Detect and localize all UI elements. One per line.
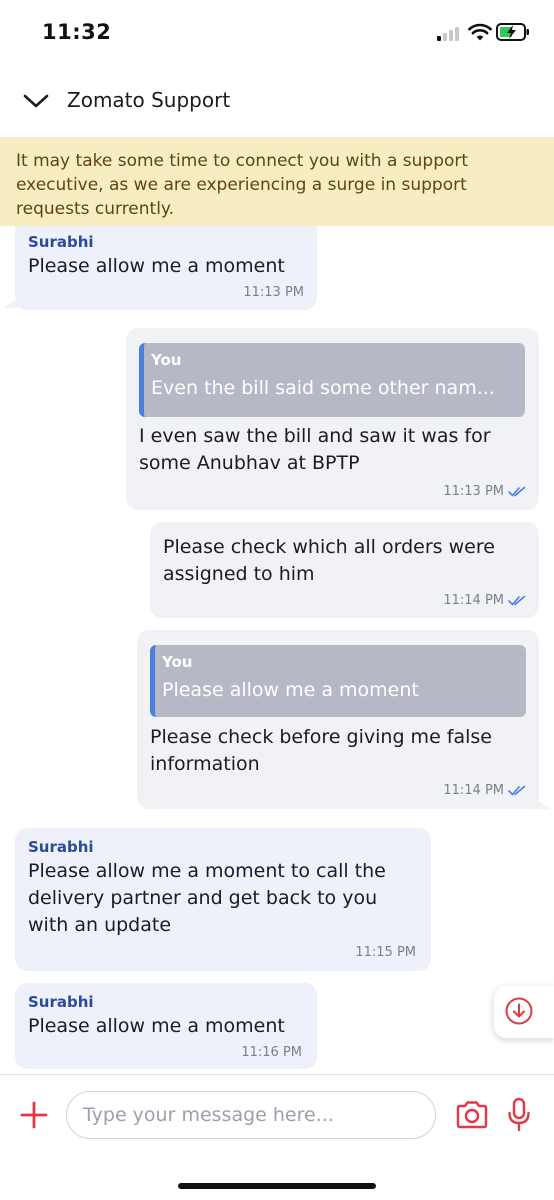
arrow-down-circle-icon: [505, 997, 533, 1025]
incoming-message: Surabhi Please allow me a moment 11:13 P…: [15, 226, 317, 310]
message-text: Please allow me a moment: [28, 255, 285, 277]
quoted-text: Even the bill said some other nam...: [151, 377, 495, 399]
message-text: information: [150, 753, 260, 775]
incoming-message: Surabhi Please allow me a moment 11:16 P…: [15, 983, 317, 1069]
bubble-tail: [4, 298, 18, 308]
outgoing-message: Please check which all orders were assig…: [150, 522, 539, 618]
message-time: 11:13 PM: [443, 484, 504, 499]
chevron-down-icon[interactable]: [22, 90, 50, 112]
quoted-sender: You: [151, 351, 182, 369]
bubble-tail: [536, 799, 550, 809]
home-indicator: [178, 1183, 376, 1189]
message-text: Please allow me a moment to call the: [28, 860, 386, 882]
camera-icon[interactable]: [454, 1099, 490, 1131]
plus-icon[interactable]: [20, 1101, 48, 1129]
message-text: with an update: [28, 914, 172, 936]
message-composer: [0, 1074, 554, 1158]
double-check-icon: [508, 785, 526, 796]
quoted-sender: You: [162, 653, 193, 671]
message-text: delivery partner and get back to you: [28, 887, 378, 909]
message-text: I even saw the bill and saw it was for: [139, 425, 491, 447]
incoming-message: Surabhi Please allow me a moment to call…: [15, 828, 431, 971]
message-time: 11:14 PM: [443, 783, 504, 798]
status-bar: 11:32: [0, 0, 554, 66]
battery-charging-icon: [496, 23, 529, 41]
scroll-to-bottom-button[interactable]: [494, 986, 554, 1038]
outgoing-message: You Please allow me a moment Please chec…: [137, 630, 539, 809]
message-text: Please check which all orders were: [163, 536, 495, 558]
message-text: assigned to him: [163, 563, 315, 585]
quoted-text: Please allow me a moment: [162, 679, 419, 701]
message-time: 11:14 PM: [443, 593, 504, 608]
microphone-icon[interactable]: [506, 1097, 532, 1133]
message-text: Please allow me a moment: [28, 1015, 285, 1037]
message-text: Please check before giving me false: [150, 726, 492, 748]
cellular-signal-icon: [437, 27, 463, 41]
quoted-reply[interactable]: You Even the bill said some other nam...: [139, 343, 525, 417]
message-input[interactable]: [66, 1091, 436, 1139]
double-check-icon: [508, 595, 526, 606]
message-time: 11:16 PM: [241, 1045, 302, 1060]
wifi-icon: [468, 23, 492, 41]
message-time: 11:15 PM: [355, 945, 416, 960]
outgoing-message: You Even the bill said some other nam...…: [126, 328, 539, 510]
status-time: 11:32: [42, 20, 112, 44]
chat-header: Zomato Support: [0, 72, 554, 130]
chat-title: Zomato Support: [67, 88, 231, 112]
surge-notice-banner: It may take some time to connect you wit…: [0, 137, 554, 226]
message-text: some Anubhav at BPTP: [139, 452, 360, 474]
quoted-reply[interactable]: You Please allow me a moment: [150, 645, 526, 717]
message-time: 11:13 PM: [243, 285, 304, 300]
sender-name: Surabhi: [28, 838, 94, 856]
double-check-icon: [508, 486, 526, 497]
sender-name: Surabhi: [28, 233, 94, 251]
sender-name: Surabhi: [28, 993, 94, 1011]
